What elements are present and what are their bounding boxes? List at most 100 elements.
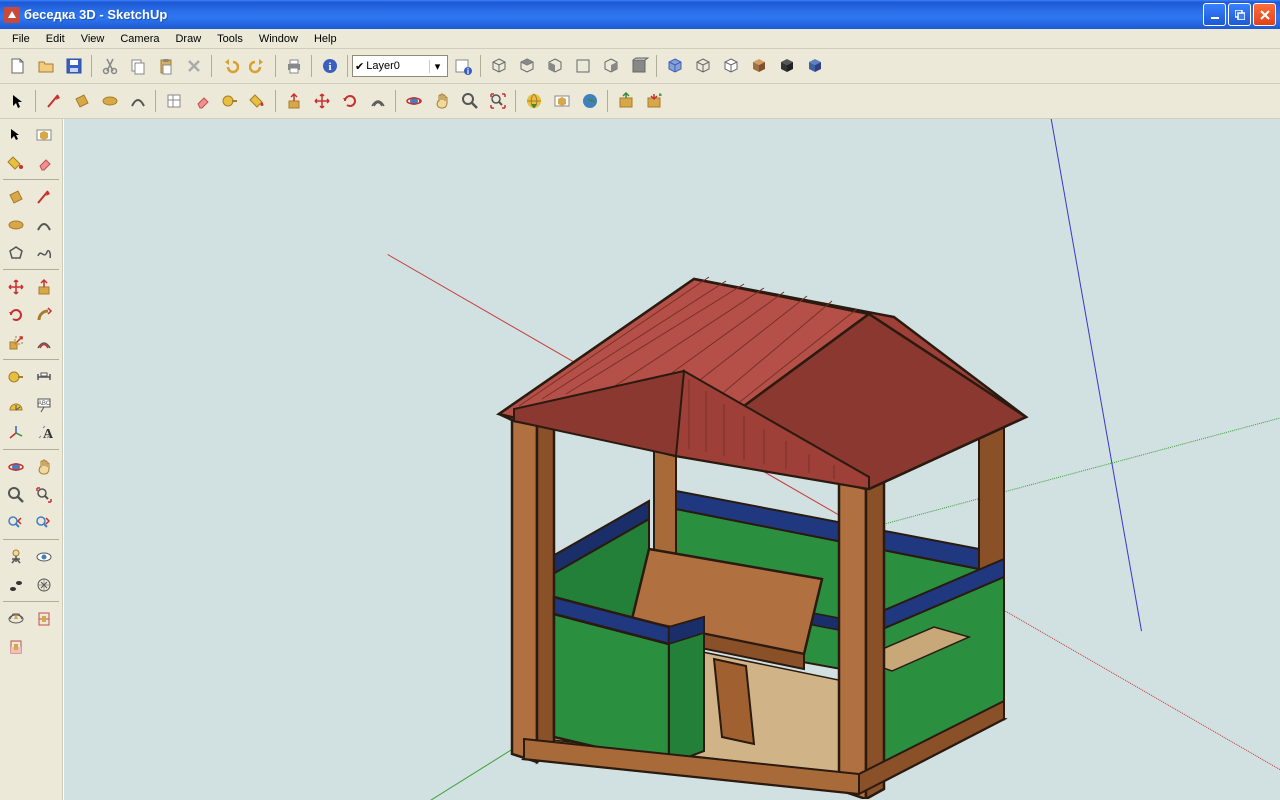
menu-camera[interactable]: Camera	[112, 32, 167, 46]
front-view-button[interactable]	[541, 53, 568, 80]
menu-view[interactable]: View	[73, 32, 113, 46]
zoom-side-button[interactable]	[2, 481, 29, 508]
pushpull-side-button[interactable]	[30, 273, 57, 300]
rotate-side-button[interactable]	[2, 301, 29, 328]
share-model-button[interactable]	[548, 88, 575, 115]
paint-bucket-button[interactable]	[244, 88, 271, 115]
followme-side-button[interactable]	[30, 301, 57, 328]
zoom-tool-button[interactable]	[456, 88, 483, 115]
shaded-button[interactable]	[745, 53, 772, 80]
tape-side-button[interactable]	[2, 363, 29, 390]
menu-file[interactable]: File	[4, 32, 38, 46]
paint-side-button[interactable]	[2, 149, 29, 176]
model-info-button[interactable]: i	[316, 53, 343, 80]
make-component-button[interactable]	[160, 88, 187, 115]
zoom-extents-button[interactable]	[484, 88, 511, 115]
get-current-view-button[interactable]	[612, 88, 639, 115]
rectangle-tool-button[interactable]	[68, 88, 95, 115]
toggle-terrain-button[interactable]	[640, 88, 667, 115]
menu-edit[interactable]: Edit	[38, 32, 73, 46]
section-cut-button[interactable]	[30, 605, 57, 632]
undo-button[interactable]	[216, 53, 243, 80]
section-plane-button[interactable]	[30, 571, 57, 598]
push-pull-button[interactable]	[280, 88, 307, 115]
position-camera-button[interactable]	[2, 543, 29, 570]
layer-dropdown[interactable]: ✔ Layer0 ▾	[352, 55, 448, 77]
protractor-side-button[interactable]	[2, 391, 29, 418]
move-tool-button[interactable]	[308, 88, 335, 115]
text-side-button[interactable]: ABC	[30, 391, 57, 418]
line-side-button[interactable]	[30, 183, 57, 210]
copy-button[interactable]	[124, 53, 151, 80]
pan-side-button[interactable]	[30, 453, 57, 480]
circle-side-button[interactable]	[2, 211, 29, 238]
scale-side-button[interactable]	[2, 329, 29, 356]
axes-side-button[interactable]	[2, 419, 29, 446]
orbit-tool-button[interactable]	[400, 88, 427, 115]
menu-draw[interactable]: Draw	[167, 32, 209, 46]
standard-toolbar: i ✔ Layer0 ▾ i	[0, 49, 1280, 84]
next-view-button[interactable]	[30, 509, 57, 536]
zoomext-side-button[interactable]	[30, 481, 57, 508]
move-side-button[interactable]	[2, 273, 29, 300]
xray-button[interactable]	[661, 53, 688, 80]
line-tool-button[interactable]	[40, 88, 67, 115]
get-models-button[interactable]	[520, 88, 547, 115]
pan-tool-button[interactable]	[428, 88, 455, 115]
menu-window[interactable]: Window	[251, 32, 306, 46]
circle-tool-button[interactable]	[96, 88, 123, 115]
maximize-button[interactable]	[1228, 3, 1251, 26]
redo-button[interactable]	[244, 53, 271, 80]
rotate-tool-button[interactable]	[336, 88, 363, 115]
wireframe-button[interactable]	[689, 53, 716, 80]
tape-measure-button[interactable]	[216, 88, 243, 115]
orbit-side-button[interactable]	[2, 453, 29, 480]
look-around-button[interactable]	[30, 543, 57, 570]
polygon-side-button[interactable]	[2, 239, 29, 266]
svg-text:ABC: ABC	[37, 401, 50, 407]
offset-side-button[interactable]	[30, 329, 57, 356]
component-side-button[interactable]	[30, 121, 57, 148]
close-button[interactable]	[1253, 3, 1276, 26]
delete-button[interactable]	[180, 53, 207, 80]
menu-help[interactable]: Help	[306, 32, 345, 46]
eraser-side-button[interactable]	[30, 149, 57, 176]
google-earth-button[interactable]	[576, 88, 603, 115]
open-file-button[interactable]	[32, 53, 59, 80]
paste-button[interactable]	[152, 53, 179, 80]
left-view-button[interactable]	[625, 53, 652, 80]
select-button[interactable]	[4, 88, 31, 115]
shaded-textures-button[interactable]	[773, 53, 800, 80]
arc-side-button[interactable]	[30, 211, 57, 238]
title-bar: беседка 3D - SketchUp	[0, 0, 1280, 29]
monochrome-button[interactable]	[801, 53, 828, 80]
right-view-button[interactable]	[569, 53, 596, 80]
back-view-button[interactable]	[597, 53, 624, 80]
section-display-button[interactable]	[2, 605, 29, 632]
svg-text:A: A	[43, 427, 53, 442]
section-fill-button[interactable]	[2, 633, 29, 660]
dimension-side-button[interactable]	[30, 363, 57, 390]
walk-button[interactable]	[2, 571, 29, 598]
top-view-button[interactable]	[513, 53, 540, 80]
rect-side-button[interactable]	[2, 183, 29, 210]
menu-tools[interactable]: Tools	[209, 32, 251, 46]
print-button[interactable]	[280, 53, 307, 80]
arc-tool-button[interactable]	[124, 88, 151, 115]
save-button[interactable]	[60, 53, 87, 80]
3d-viewport[interactable]	[63, 119, 1280, 800]
minimize-button[interactable]	[1203, 3, 1226, 26]
prev-view-button[interactable]	[2, 509, 29, 536]
hidden-line-button[interactable]	[717, 53, 744, 80]
offset-tool-button[interactable]	[364, 88, 391, 115]
select-side-button[interactable]	[2, 121, 29, 148]
cut-button[interactable]	[96, 53, 123, 80]
iso-view-button[interactable]	[485, 53, 512, 80]
new-file-button[interactable]	[4, 53, 31, 80]
gazebo-model	[414, 219, 1054, 799]
3dtext-side-button[interactable]: A	[30, 419, 57, 446]
layer-manager-button[interactable]: i	[449, 53, 476, 80]
side-toolbox: ABC A	[0, 119, 63, 800]
freehand-side-button[interactable]	[30, 239, 57, 266]
eraser-tool-button[interactable]	[188, 88, 215, 115]
